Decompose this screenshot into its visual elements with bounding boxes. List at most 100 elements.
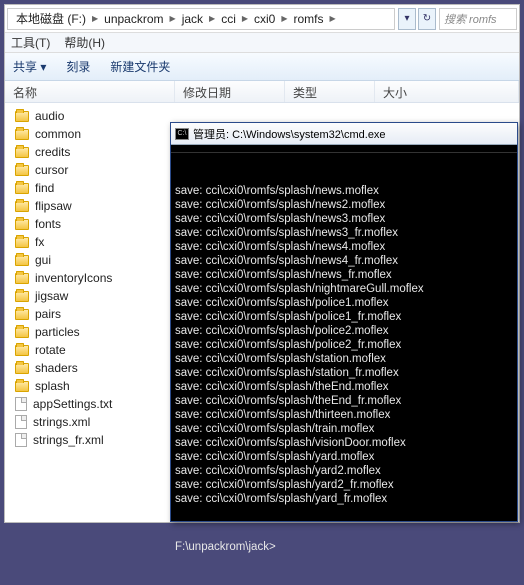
file-name: audio — [35, 109, 64, 123]
folder-icon — [15, 291, 29, 302]
file-name: strings.xml — [33, 415, 90, 429]
file-list: audio common credits cursor find flipsaw fonts… — [11, 107, 116, 449]
cmd-output-line: save: cci\cxi0\romfs/splash/theEnd.mofle… — [175, 380, 513, 394]
col-modified[interactable]: 修改日期 — [175, 81, 285, 102]
file-icon — [15, 397, 27, 411]
chevron-right-icon: ▶ — [207, 14, 217, 23]
crumb-item[interactable]: 本地磁盘 (F:) — [12, 10, 90, 27]
file-name: gui — [35, 253, 51, 267]
file-name: particles — [35, 325, 80, 339]
cmd-prompt: F:\unpackrom\jack> — [175, 540, 513, 554]
toolbar-burn[interactable]: 刻录 — [66, 58, 90, 75]
list-item[interactable]: rotate — [11, 341, 116, 359]
list-item[interactable]: particles — [11, 323, 116, 341]
chevron-right-icon: ▶ — [90, 14, 100, 23]
file-name: credits — [35, 145, 70, 159]
cmd-output-line: save: cci\cxi0\romfs/splash/yard_fr.mofl… — [175, 492, 513, 506]
file-name: shaders — [35, 361, 78, 375]
address-bar: 本地磁盘 (F:)▶unpackrom▶jack▶cci▶cxi0▶romfs▶… — [5, 5, 519, 33]
search-input[interactable]: 搜索 romfs — [439, 8, 517, 30]
list-item[interactable]: appSettings.txt — [11, 395, 116, 413]
cmd-output-line: save: cci\cxi0\romfs/splash/thirteen.mof… — [175, 408, 513, 422]
list-item[interactable]: gui — [11, 251, 116, 269]
file-icon — [15, 415, 27, 429]
folder-icon — [15, 147, 29, 158]
chevron-right-icon: ▶ — [279, 14, 289, 23]
cmd-output-line: save: cci\cxi0\romfs/splash/news2.moflex — [175, 198, 513, 212]
cmd-output-line: save: cci\cxi0\romfs/splash/news4_fr.mof… — [175, 254, 513, 268]
crumb-item[interactable]: cci — [217, 12, 240, 26]
cmd-output-line: save: cci\cxi0\romfs/splash/news3_fr.mof… — [175, 226, 513, 240]
file-name: appSettings.txt — [33, 397, 112, 411]
menu-help[interactable]: 帮助(H) — [64, 34, 105, 51]
chevron-right-icon: ▶ — [168, 14, 178, 23]
file-name: jigsaw — [35, 289, 68, 303]
col-name[interactable]: 名称 — [5, 81, 175, 102]
folder-icon — [15, 111, 29, 122]
list-item[interactable]: pairs — [11, 305, 116, 323]
list-item[interactable]: splash — [11, 377, 116, 395]
col-type[interactable]: 类型 — [285, 81, 375, 102]
cmd-output-line: save: cci\cxi0\romfs/splash/visionDoor.m… — [175, 436, 513, 450]
cmd-title-text: 管理员: C:\Windows\system32\cmd.exe — [193, 126, 386, 142]
refresh-button[interactable]: ↻ — [418, 8, 436, 30]
folder-icon — [15, 237, 29, 248]
chevron-right-icon: ▶ — [240, 14, 250, 23]
crumb-item[interactable]: jack — [178, 12, 207, 26]
file-name: fonts — [35, 217, 61, 231]
toolbar-new-folder[interactable]: 新建文件夹 — [110, 58, 170, 75]
col-size[interactable]: 大小 — [375, 81, 519, 102]
list-item[interactable]: fonts — [11, 215, 116, 233]
folder-icon — [15, 327, 29, 338]
folder-icon — [15, 183, 29, 194]
cmd-output-line: save: cci\cxi0\romfs/splash/police1_fr.m… — [175, 310, 513, 324]
file-name: find — [35, 181, 54, 195]
cmd-icon: C:\ — [175, 128, 189, 140]
file-name: cursor — [35, 163, 68, 177]
list-item[interactable]: cursor — [11, 161, 116, 179]
file-name: splash — [35, 379, 70, 393]
list-item[interactable]: shaders — [11, 359, 116, 377]
list-item[interactable]: flipsaw — [11, 197, 116, 215]
folder-icon — [15, 363, 29, 374]
folder-icon — [15, 309, 29, 320]
file-name: fx — [35, 235, 44, 249]
list-item[interactable]: strings_fr.xml — [11, 431, 116, 449]
file-name: inventoryIcons — [35, 271, 112, 285]
crumb-item[interactable]: unpackrom — [100, 12, 167, 26]
crumb-item[interactable]: cxi0 — [250, 12, 279, 26]
cmd-body[interactable]: save: cci\cxi0\romfs/splash/news.moflexs… — [171, 153, 517, 585]
file-name: rotate — [35, 343, 66, 357]
column-headers: 名称 修改日期 类型 大小 — [5, 81, 519, 103]
folder-icon — [15, 381, 29, 392]
crumb-item[interactable]: romfs — [290, 12, 328, 26]
cmd-output-line: save: cci\cxi0\romfs/splash/police1.mofl… — [175, 296, 513, 310]
folder-icon — [15, 273, 29, 284]
list-item[interactable]: audio — [11, 107, 116, 125]
menu-bar: 工具(T) 帮助(H) — [5, 33, 519, 53]
cmd-output-line: save: cci\cxi0\romfs/splash/yard2_fr.mof… — [175, 478, 513, 492]
list-item[interactable]: inventoryIcons — [11, 269, 116, 287]
cmd-titlebar[interactable]: C:\ 管理员: C:\Windows\system32\cmd.exe — [171, 123, 517, 145]
breadcrumb[interactable]: 本地磁盘 (F:)▶unpackrom▶jack▶cci▶cxi0▶romfs▶ — [7, 8, 395, 30]
file-name: common — [35, 127, 81, 141]
list-item[interactable]: find — [11, 179, 116, 197]
list-item[interactable]: fx — [11, 233, 116, 251]
list-item[interactable]: strings.xml — [11, 413, 116, 431]
cmd-output-line: save: cci\cxi0\romfs/splash/police2_fr.m… — [175, 338, 513, 352]
chevron-right-icon: ▶ — [328, 14, 338, 23]
cmd-output-line: save: cci\cxi0\romfs/splash/train.moflex — [175, 422, 513, 436]
menu-tools[interactable]: 工具(T) — [11, 34, 50, 51]
toolbar-share[interactable]: 共享 ▾ — [13, 58, 46, 75]
file-name: strings_fr.xml — [33, 433, 104, 447]
cmd-output-line: save: cci\cxi0\romfs/splash/nightmareGul… — [175, 282, 513, 296]
file-name: flipsaw — [35, 199, 72, 213]
list-item[interactable]: common — [11, 125, 116, 143]
folder-icon — [15, 345, 29, 356]
go-back-dropdown[interactable]: ▾ — [398, 8, 416, 30]
folder-icon — [15, 129, 29, 140]
folder-icon — [15, 165, 29, 176]
list-item[interactable]: jigsaw — [11, 287, 116, 305]
list-item[interactable]: credits — [11, 143, 116, 161]
cmd-window[interactable]: C:\ 管理员: C:\Windows\system32\cmd.exe sav… — [170, 122, 518, 522]
